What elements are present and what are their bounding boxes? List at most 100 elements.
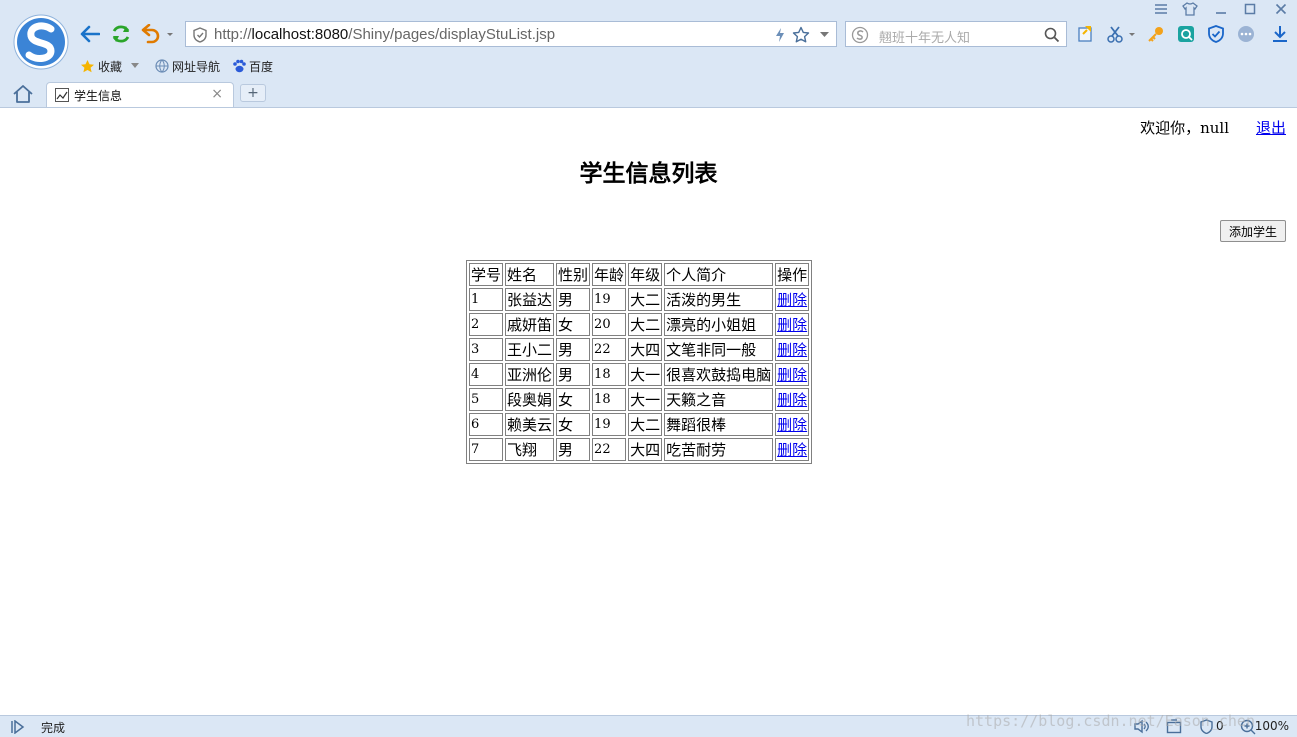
bookmark-nav[interactable]: 网址导航	[155, 58, 220, 75]
close-window-icon[interactable]	[1271, 1, 1291, 17]
search-icon[interactable]	[1044, 27, 1060, 43]
url-prefix: http://	[214, 26, 252, 43]
address-bar[interactable]: http://localhost:8080/Shiny/pages/displa…	[185, 21, 837, 47]
zoom-level[interactable]: 100%	[1255, 719, 1289, 733]
refresh-button[interactable]	[109, 22, 133, 46]
cell-gender: 男	[556, 338, 591, 361]
cell-action: 删除	[775, 288, 810, 311]
cell-action: 删除	[775, 363, 810, 386]
chevron-down-icon[interactable]	[131, 63, 140, 69]
dropdown-icon[interactable]	[820, 32, 829, 38]
url-host: localhost:8080	[251, 26, 349, 43]
sidebar-toggle-icon[interactable]	[10, 720, 26, 734]
delete-link[interactable]: 删除	[777, 441, 807, 459]
skin-icon[interactable]	[1180, 1, 1200, 17]
table-row: 3 王小二 男 22 大四 文笔非同一般 删除	[469, 338, 810, 361]
table-row: 5 段奥娟 女 18 大一 天籁之音 删除	[469, 388, 810, 411]
star-icon[interactable]	[792, 26, 810, 44]
table-row: 6 赖美云 女 19 大二 舞蹈很棒 删除	[469, 413, 810, 436]
delete-link[interactable]: 删除	[777, 341, 807, 359]
logout-link[interactable]: 退出	[1256, 117, 1286, 138]
welcome-text: 欢迎你，null	[1140, 119, 1229, 137]
table-row: 2 戚妍笛 女 20 大二 漂亮的小姐姐 删除	[469, 313, 810, 336]
new-tab-button[interactable]: +	[240, 84, 266, 102]
back-button[interactable]	[78, 22, 102, 46]
add-student-button[interactable]: 添加学生	[1219, 220, 1286, 242]
cell-id: 6	[469, 413, 504, 436]
delete-link[interactable]: 删除	[777, 291, 807, 309]
screenshot-icon[interactable]	[1106, 24, 1138, 44]
search-engine-icon[interactable]	[851, 26, 869, 44]
cell-name: 赖美云	[505, 413, 555, 436]
cell-gender: 女	[556, 388, 591, 411]
cell-name: 张益达	[505, 288, 555, 311]
search-box[interactable]: 翹班十年无人知	[845, 21, 1067, 47]
cell-intro: 漂亮的小姐姐	[664, 313, 774, 336]
bookmark-label: 网址导航	[172, 59, 221, 74]
cell-grade: 大一	[628, 363, 663, 386]
cell-grade: 大二	[628, 288, 663, 311]
cell-intro: 舞蹈很棒	[664, 413, 774, 436]
column-header: 学号	[469, 263, 504, 286]
back-arrow-icon	[80, 25, 100, 43]
cell-name: 段奥娟	[505, 388, 555, 411]
cell-age: 18	[592, 363, 627, 386]
security-shield-icon[interactable]	[1206, 24, 1226, 44]
delete-link[interactable]: 删除	[777, 366, 807, 384]
more-icon[interactable]	[1236, 24, 1256, 44]
lightning-icon[interactable]	[774, 27, 786, 43]
column-header: 姓名	[505, 263, 555, 286]
column-header: 操作	[775, 263, 810, 286]
download-icon[interactable]	[1270, 24, 1290, 44]
bookmark-label: 百度	[249, 59, 274, 74]
cell-age: 22	[592, 338, 627, 361]
browser-logo	[13, 14, 69, 70]
cell-grade: 大二	[628, 413, 663, 436]
undo-close-button[interactable]	[140, 22, 176, 46]
tab-title: 学生信息	[74, 89, 123, 103]
cell-gender: 男	[556, 363, 591, 386]
close-icon[interactable]: ×	[211, 86, 223, 102]
delete-link[interactable]: 删除	[777, 316, 807, 334]
key-icon[interactable]	[1146, 24, 1166, 44]
cell-age: 22	[592, 438, 627, 461]
translate-icon[interactable]	[1176, 24, 1196, 44]
cell-age: 19	[592, 413, 627, 436]
cell-gender: 女	[556, 313, 591, 336]
delete-link[interactable]: 删除	[777, 391, 807, 409]
sidebar-icon[interactable]	[1076, 24, 1096, 44]
home-button[interactable]	[12, 84, 36, 104]
table-row: 7 飞翔 男 22 大四 吃苦耐劳 删除	[469, 438, 810, 461]
cell-intro: 文笔非同一般	[664, 338, 774, 361]
maximize-icon[interactable]	[1240, 1, 1260, 17]
delete-link[interactable]: 删除	[777, 416, 807, 434]
shield-icon	[193, 27, 207, 43]
cell-grade: 大四	[628, 438, 663, 461]
url-text[interactable]: http://localhost:8080/Shiny/pages/displa…	[214, 26, 555, 43]
bookmark-baidu[interactable]: 百度	[232, 58, 273, 75]
cell-gender: 男	[556, 438, 591, 461]
table-header-row: 学号 姓名 性别 年龄 年级 个人简介 操作	[469, 263, 810, 286]
home-icon	[13, 85, 33, 103]
minimize-icon[interactable]	[1211, 1, 1231, 17]
tab-student-info[interactable]: 学生信息 ×	[46, 82, 234, 107]
search-placeholder[interactable]: 翹班十年无人知	[879, 27, 970, 46]
cell-grade: 大二	[628, 313, 663, 336]
cell-age: 19	[592, 288, 627, 311]
tab-bar: 学生信息 × +	[0, 80, 1297, 107]
cell-grade: 大四	[628, 338, 663, 361]
table-row: 4 亚洲伦 男 18 大一 很喜欢鼓捣电脑 删除	[469, 363, 810, 386]
cell-action: 删除	[775, 313, 810, 336]
bookmark-favorites[interactable]: 收藏	[80, 58, 143, 75]
page-favicon-icon	[55, 88, 69, 102]
cell-name: 戚妍笛	[505, 313, 555, 336]
refresh-icon	[112, 25, 130, 43]
browser-chrome: http://localhost:8080/Shiny/pages/displa…	[0, 0, 1297, 108]
menu-icon[interactable]	[1151, 1, 1171, 17]
bookmark-label: 收藏	[98, 59, 123, 74]
star-icon	[81, 59, 94, 72]
column-header: 性别	[556, 263, 591, 286]
globe-icon	[155, 59, 169, 73]
cell-age: 20	[592, 313, 627, 336]
status-text: 完成	[41, 721, 66, 735]
